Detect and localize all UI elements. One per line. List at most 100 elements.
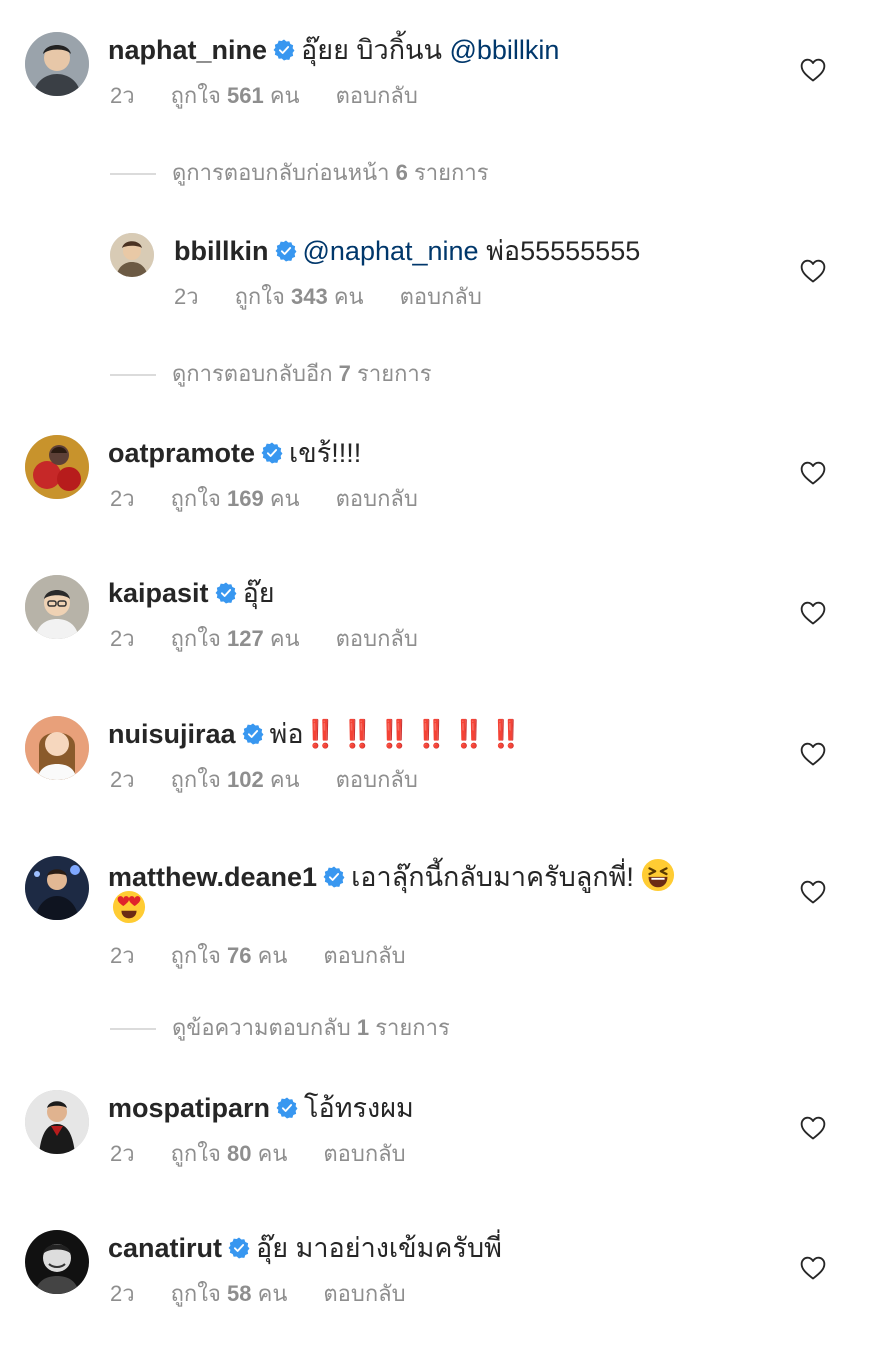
comment-time[interactable]: 2ว bbox=[110, 767, 135, 792]
like-count[interactable]: ถูกใจ 127 คน bbox=[171, 626, 300, 651]
reply-button[interactable]: ตอบกลับ bbox=[336, 83, 418, 108]
reply-button[interactable]: ตอบกลับ bbox=[323, 943, 405, 968]
comment-time[interactable]: 2ว bbox=[174, 284, 199, 309]
comment-meta: 2ว ถูกใจ 80 คน ตอบกลับ bbox=[110, 1140, 442, 1168]
likes-suffix: คน bbox=[257, 1141, 288, 1166]
likes-suffix: คน bbox=[269, 626, 300, 651]
comment-meta: 2ว ถูกใจ 343 คน ตอบกลับ bbox=[174, 283, 518, 311]
heart-outline-icon[interactable] bbox=[800, 880, 826, 904]
heart-outline-icon[interactable] bbox=[800, 461, 826, 485]
like-count[interactable]: ถูกใจ 102 คน bbox=[171, 767, 300, 792]
username[interactable]: bbillkin bbox=[174, 236, 269, 266]
like-count[interactable]: ถูกใจ 80 คน bbox=[171, 1141, 288, 1166]
comment-text: พ่อ bbox=[269, 719, 304, 749]
avatar[interactable] bbox=[25, 1090, 89, 1154]
likes-prefix: ถูกใจ bbox=[170, 626, 221, 651]
comment-time[interactable]: 2ว bbox=[110, 943, 135, 968]
heart-eyes-emoji bbox=[112, 890, 146, 924]
view-replies-link[interactable]: ดูการตอบกลับก่อนหน้า 6 รายการ bbox=[110, 159, 489, 187]
reply-button[interactable]: ตอบกลับ bbox=[323, 1281, 405, 1306]
comment-line: matthew.deane1 เอาลุ๊กนี้กลับมาครับลูกพี่… bbox=[108, 858, 760, 893]
comment-meta: 2ว ถูกใจ 127 คน ตอบกลับ bbox=[110, 625, 454, 653]
reply-button[interactable]: ตอบกลับ bbox=[400, 284, 482, 309]
comment-line: mospatiparn โอ้ทรงผม bbox=[108, 1092, 760, 1124]
avatar[interactable] bbox=[25, 856, 89, 920]
username[interactable]: matthew.deane1 bbox=[108, 862, 317, 892]
username[interactable]: canatirut bbox=[108, 1233, 222, 1263]
avatar[interactable] bbox=[110, 233, 154, 277]
view-replies-suffix: รายการ bbox=[375, 1015, 450, 1040]
avatar[interactable] bbox=[25, 32, 89, 96]
avatar[interactable] bbox=[25, 716, 89, 780]
username[interactable]: mospatiparn bbox=[108, 1093, 270, 1123]
heart-outline-icon[interactable] bbox=[800, 1256, 826, 1280]
heart-outline-icon[interactable] bbox=[800, 58, 826, 82]
view-replies-link[interactable]: ดูการตอบกลับอีก 7 รายการ bbox=[110, 360, 432, 388]
comment-line-wrap bbox=[108, 890, 760, 925]
likes-prefix: ถูกใจ bbox=[170, 1281, 221, 1306]
like-count[interactable]: ถูกใจ 561 คน bbox=[171, 83, 300, 108]
like-count[interactable]: ถูกใจ 169 คน bbox=[171, 486, 300, 511]
likes-prefix: ถูกใจ bbox=[170, 1141, 221, 1166]
verified-badge-icon bbox=[273, 39, 295, 61]
like-count[interactable]: ถูกใจ 58 คน bbox=[171, 1281, 288, 1306]
username[interactable]: nuisujiraa bbox=[108, 719, 236, 749]
avatar[interactable] bbox=[25, 575, 89, 639]
likes-number: 76 bbox=[227, 943, 252, 968]
reply-button[interactable]: ตอบกลับ bbox=[323, 1141, 405, 1166]
verified-badge-icon bbox=[276, 1097, 298, 1119]
comment-text: พ่อ55555555 bbox=[486, 236, 641, 266]
username[interactable]: naphat_nine bbox=[108, 35, 267, 65]
likes-number: 102 bbox=[227, 767, 264, 792]
divider bbox=[110, 1028, 156, 1031]
comment-text: เขร้!!!! bbox=[289, 438, 362, 468]
avatar[interactable] bbox=[25, 1230, 89, 1294]
laughing-face-emoji bbox=[642, 858, 675, 892]
reply-button[interactable]: ตอบกลับ bbox=[336, 626, 418, 651]
comment-text: อุ๊ย มาอย่างเข้มครับพี่ bbox=[256, 1233, 502, 1263]
comment-time[interactable]: 2ว bbox=[110, 486, 135, 511]
like-count[interactable]: ถูกใจ 343 คน bbox=[235, 284, 364, 309]
heart-outline-icon[interactable] bbox=[800, 742, 826, 766]
mention-link[interactable]: @bbillkin bbox=[449, 35, 559, 65]
likes-suffix: คน bbox=[257, 943, 288, 968]
double-exclamation-emoji: ‼️ ‼️ ‼️ ‼️ ‼️ ‼️ bbox=[303, 719, 523, 749]
view-replies-count: 1 bbox=[356, 1015, 370, 1040]
view-replies-suffix: รายการ bbox=[413, 160, 489, 185]
likes-suffix: คน bbox=[257, 1281, 288, 1306]
heart-outline-icon[interactable] bbox=[800, 601, 826, 625]
comment-time[interactable]: 2ว bbox=[110, 1281, 135, 1306]
comment-line: naphat_nine อุ๊ยย บิวกิ้นน @bbillkin bbox=[108, 34, 760, 66]
likes-suffix: คน bbox=[269, 486, 300, 511]
likes-number: 343 bbox=[291, 284, 328, 309]
divider bbox=[110, 173, 156, 176]
mention-link[interactable]: @naphat_nine bbox=[303, 236, 479, 266]
heart-outline-icon[interactable] bbox=[800, 1116, 826, 1140]
username[interactable]: oatpramote bbox=[108, 438, 255, 468]
reply-button[interactable]: ตอบกลับ bbox=[336, 486, 418, 511]
comment-text: เอาลุ๊กนี้กลับมาครับลูกพี่! bbox=[351, 862, 634, 892]
comment-meta: 2ว ถูกใจ 58 คน ตอบกลับ bbox=[110, 1280, 442, 1308]
likes-prefix: ถูกใจ bbox=[234, 284, 285, 309]
comment-line: canatirut อุ๊ย มาอย่างเข้มครับพี่ bbox=[108, 1232, 760, 1264]
comment-text: อุ๊ยย บิวกิ้นน bbox=[301, 35, 442, 65]
comment-line: kaipasit อุ๊ย bbox=[108, 577, 760, 609]
verified-badge-icon bbox=[215, 582, 237, 604]
comment-time[interactable]: 2ว bbox=[110, 626, 135, 651]
avatar[interactable] bbox=[25, 435, 89, 499]
heart-outline-icon[interactable] bbox=[800, 259, 826, 283]
divider bbox=[110, 374, 156, 377]
username[interactable]: kaipasit bbox=[108, 578, 209, 608]
comment-text: อุ๊ย bbox=[242, 578, 275, 608]
reply-button[interactable]: ตอบกลับ bbox=[336, 767, 418, 792]
likes-prefix: ถูกใจ bbox=[170, 486, 221, 511]
view-replies-count: 7 bbox=[338, 361, 351, 386]
likes-suffix: คน bbox=[269, 767, 300, 792]
comment-time[interactable]: 2ว bbox=[110, 83, 135, 108]
comment-meta: 2ว ถูกใจ 76 คน ตอบกลับ bbox=[110, 942, 442, 970]
likes-suffix: คน bbox=[269, 83, 300, 108]
like-count[interactable]: ถูกใจ 76 คน bbox=[171, 943, 288, 968]
view-replies-link[interactable]: ดูข้อความตอบกลับ 1 รายการ bbox=[110, 1014, 450, 1042]
comment-time[interactable]: 2ว bbox=[110, 1141, 135, 1166]
comment-line: bbillkin @naphat_nine พ่อ55555555 bbox=[174, 235, 760, 267]
